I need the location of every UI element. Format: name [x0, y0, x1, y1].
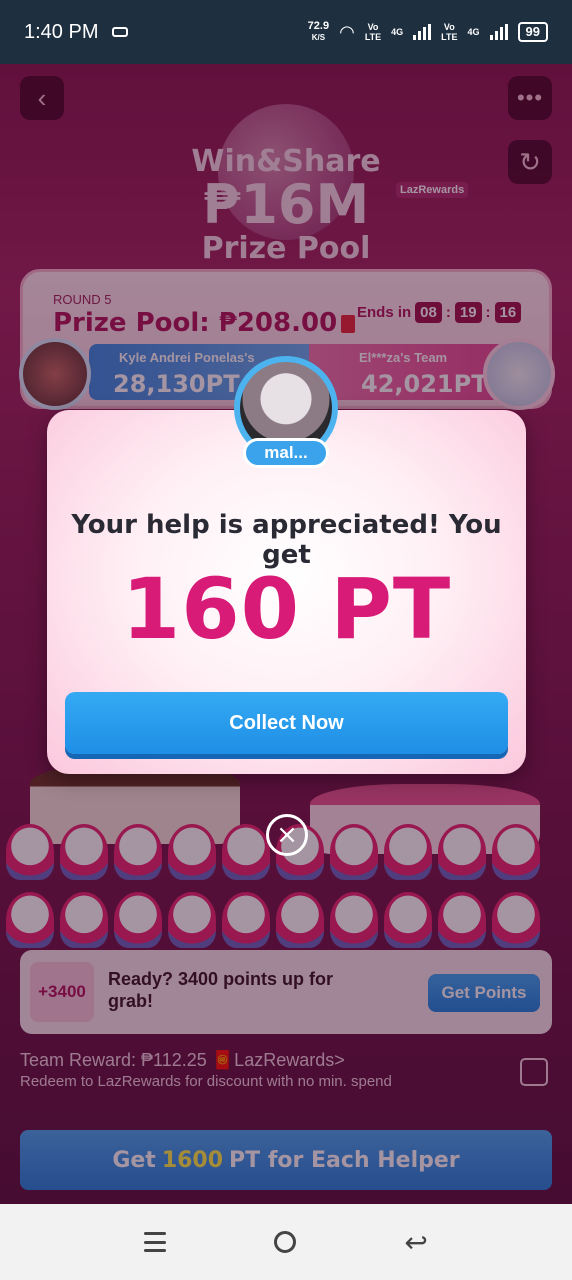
signal-icon-2	[489, 24, 508, 40]
network-type-2: 4G	[467, 27, 480, 37]
wifi-icon: ◠	[339, 21, 355, 42]
status-bar: 1:40 PM 72.9 K/S ◠ Vo LTE 4G Vo LTE 4G 9…	[0, 0, 572, 64]
network-speed: 72.9 K/S	[307, 20, 330, 43]
sim-icon	[112, 27, 129, 37]
network-type-1: 4G	[391, 27, 404, 37]
close-modal-button[interactable]: ×	[266, 814, 308, 856]
back-nav-button[interactable]: ↩	[404, 1226, 427, 1259]
home-button[interactable]	[274, 1231, 297, 1253]
volte-indicator-2: Vo LTE	[441, 22, 458, 42]
collect-now-button[interactable]: Collect Now	[65, 692, 508, 754]
signal-icon-1	[413, 24, 432, 40]
helper-name: mal...	[243, 438, 329, 468]
volte-indicator-1: Vo LTE	[364, 22, 382, 42]
close-icon: ×	[276, 820, 298, 850]
reward-points: 160 PT	[121, 560, 452, 658]
recent-apps-button[interactable]	[144, 1232, 167, 1252]
system-nav-bar: ↩	[0, 1204, 572, 1280]
clock: 1:40 PM	[24, 20, 99, 43]
battery-indicator: 99	[517, 22, 548, 42]
